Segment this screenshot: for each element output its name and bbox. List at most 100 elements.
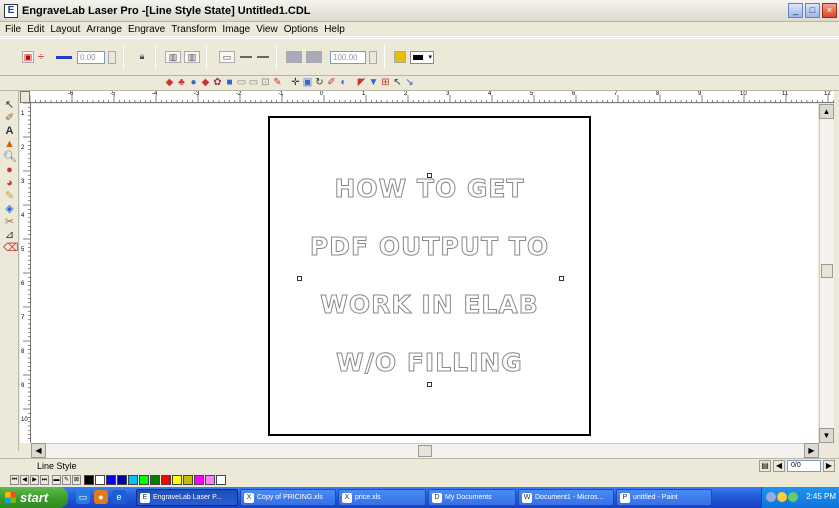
no-color-icon[interactable]: ⊠ bbox=[72, 475, 81, 485]
next-page-icon[interactable]: ▶ bbox=[823, 460, 835, 472]
text-tool-icon[interactable]: A bbox=[3, 125, 16, 138]
page-outline[interactable]: HOW TO GET PDF OUTPUT TO WORK IN ELAB W/… bbox=[268, 116, 591, 436]
tool-icon[interactable]: ◆ bbox=[164, 77, 175, 88]
tool-icon[interactable]: ♣ bbox=[176, 77, 187, 88]
task-my-documents[interactable]: D My Documents bbox=[428, 489, 516, 506]
tool-icon[interactable]: ▭ bbox=[236, 77, 247, 88]
menu-layout[interactable]: Layout bbox=[47, 24, 83, 35]
line-width-spinner[interactable] bbox=[108, 51, 116, 64]
eyedropper-icon[interactable]: ✎ bbox=[62, 475, 71, 485]
scroll-left-icon[interactable]: ◀ bbox=[31, 443, 46, 458]
measure-tool-icon[interactable]: ⊿ bbox=[3, 229, 16, 242]
selection-handle[interactable] bbox=[297, 276, 302, 281]
menu-file[interactable]: File bbox=[2, 24, 24, 35]
color-fill-icon[interactable] bbox=[394, 51, 406, 63]
selection-handle[interactable] bbox=[427, 173, 432, 178]
line-add-icon[interactable]: ÷ bbox=[38, 51, 52, 64]
tool-icon[interactable]: ✛ bbox=[290, 77, 301, 88]
palette-prev-icon[interactable]: ◀ bbox=[20, 475, 29, 485]
color-swatch[interactable] bbox=[128, 475, 138, 485]
menu-image[interactable]: Image bbox=[219, 24, 253, 35]
fill-style-icon[interactable] bbox=[286, 51, 302, 63]
shape-tool-icon[interactable]: ▲ bbox=[3, 138, 16, 151]
menu-engrave[interactable]: Engrave bbox=[125, 24, 168, 35]
ie-icon[interactable]: e bbox=[112, 490, 126, 504]
scroll-down-icon[interactable]: ▼ bbox=[819, 428, 834, 443]
tool-icon[interactable]: ◤ bbox=[356, 77, 367, 88]
fill-tool-icon[interactable]: ● bbox=[3, 164, 16, 177]
align-right-icon[interactable]: ▥ bbox=[184, 51, 200, 63]
prev-page-icon[interactable]: ◀ bbox=[773, 460, 785, 472]
minimize-button[interactable]: _ bbox=[788, 3, 803, 18]
color-tool-icon[interactable]: ◕ bbox=[3, 177, 16, 190]
palette-first-icon[interactable]: ⏮ bbox=[10, 475, 19, 485]
tool-icon[interactable]: ↖ bbox=[392, 77, 403, 88]
tool-icon[interactable]: ▣ bbox=[302, 77, 313, 88]
volume-icon[interactable] bbox=[788, 492, 798, 502]
color-swatch[interactable] bbox=[95, 475, 105, 485]
align-left-icon[interactable]: ▥ bbox=[165, 51, 181, 63]
color-swatch[interactable] bbox=[205, 475, 215, 485]
color-swatch[interactable] bbox=[216, 475, 226, 485]
color-swatch[interactable] bbox=[150, 475, 160, 485]
pointer-icon[interactable]: ↖ bbox=[3, 99, 16, 112]
tool-icon[interactable]: ■ bbox=[224, 77, 235, 88]
menu-view[interactable]: View bbox=[253, 24, 281, 35]
artwork-text-line[interactable]: WORK IN ELAB bbox=[270, 290, 589, 320]
color-swatch[interactable] bbox=[161, 475, 171, 485]
tool-icon[interactable]: ◆ bbox=[200, 77, 211, 88]
line-style-icon[interactable]: ▣ bbox=[22, 51, 34, 63]
tool-icon[interactable]: ▭ bbox=[248, 77, 259, 88]
tool-icon[interactable]: ✐ bbox=[326, 77, 337, 88]
knife-tool-icon[interactable]: ✂ bbox=[3, 216, 16, 229]
title-bar[interactable]: E EngraveLab Laser Pro -[Line Style Stat… bbox=[0, 0, 839, 22]
task-document1-word[interactable]: W Document1 - Micros... bbox=[518, 489, 614, 506]
tool-icon[interactable]: ↻ bbox=[314, 77, 325, 88]
zoom-icon[interactable]: 🔍︎ bbox=[3, 151, 17, 164]
palette-next-icon[interactable]: ▶ bbox=[30, 475, 39, 485]
dash-style-icon[interactable] bbox=[240, 56, 252, 58]
tool-icon[interactable]: ↘ bbox=[404, 77, 415, 88]
tool-icon[interactable]: ● bbox=[188, 77, 199, 88]
tool-icon[interactable]: ⊡ bbox=[260, 77, 271, 88]
eraser-tool-icon[interactable]: ⌫ bbox=[3, 242, 19, 255]
tool-icon[interactable]: ▼ bbox=[368, 77, 379, 88]
artwork-text-line[interactable]: W/O FILLING bbox=[270, 348, 589, 378]
color-swatch[interactable] bbox=[172, 475, 182, 485]
task-price-xls[interactable]: Xprice.xls bbox=[338, 489, 426, 506]
menu-arrange[interactable]: Arrange bbox=[83, 24, 125, 35]
tool-icon[interactable]: ✿ bbox=[212, 77, 223, 88]
show-desktop-icon[interactable]: ▭ bbox=[76, 490, 90, 504]
lock-icon[interactable]: 🔒︎ bbox=[136, 51, 148, 63]
fill-style-icon[interactable] bbox=[306, 51, 322, 63]
page-icon[interactable]: ▤ bbox=[759, 460, 771, 472]
size-input[interactable]: 100.00 bbox=[330, 51, 366, 64]
palette-last-icon[interactable]: ⏭ bbox=[40, 475, 49, 485]
tool-icon[interactable]: ✎ bbox=[272, 77, 283, 88]
scroll-right-icon[interactable]: ▶ bbox=[804, 443, 819, 458]
line-cap-icon[interactable]: ▭ bbox=[219, 51, 235, 63]
color-swatch[interactable] bbox=[117, 475, 127, 485]
menu-transform[interactable]: Transform bbox=[168, 24, 219, 35]
dash-style-icon[interactable] bbox=[257, 56, 269, 58]
color-swatch[interactable] bbox=[106, 475, 116, 485]
vertical-scrollbar[interactable]: ▲ ▼ bbox=[819, 104, 834, 443]
network-icon[interactable] bbox=[766, 492, 776, 502]
color-swatch[interactable] bbox=[183, 475, 193, 485]
start-button[interactable]: start bbox=[0, 487, 68, 508]
ruler-corner[interactable] bbox=[20, 91, 30, 103]
size-spinner[interactable] bbox=[369, 51, 377, 64]
maximize-button[interactable]: □ bbox=[805, 3, 820, 18]
task-untitled-paint[interactable]: Puntitled - Paint bbox=[616, 489, 712, 506]
color-swatch[interactable] bbox=[84, 475, 94, 485]
weld-tool-icon[interactable]: ◈ bbox=[3, 203, 16, 216]
horizontal-scrollbar[interactable]: ◀ ▶ bbox=[31, 443, 819, 458]
firefox-icon[interactable]: ● bbox=[94, 490, 108, 504]
horizontal-ruler[interactable]: -6 -5 -4 -3 -2 -1 0 1 2 3 4 5 6 7 8 9 10… bbox=[30, 91, 834, 103]
line-width-input[interactable]: 0.00 bbox=[77, 51, 105, 64]
task-engravelab[interactable]: E EngraveLab Laser P... bbox=[136, 489, 238, 506]
color-dropdown[interactable]: ▾ bbox=[410, 51, 434, 64]
security-icon[interactable] bbox=[777, 492, 787, 502]
node-edit-icon[interactable]: ✐ bbox=[3, 112, 16, 125]
artwork-text-line[interactable]: PDF OUTPUT TO bbox=[270, 232, 589, 262]
